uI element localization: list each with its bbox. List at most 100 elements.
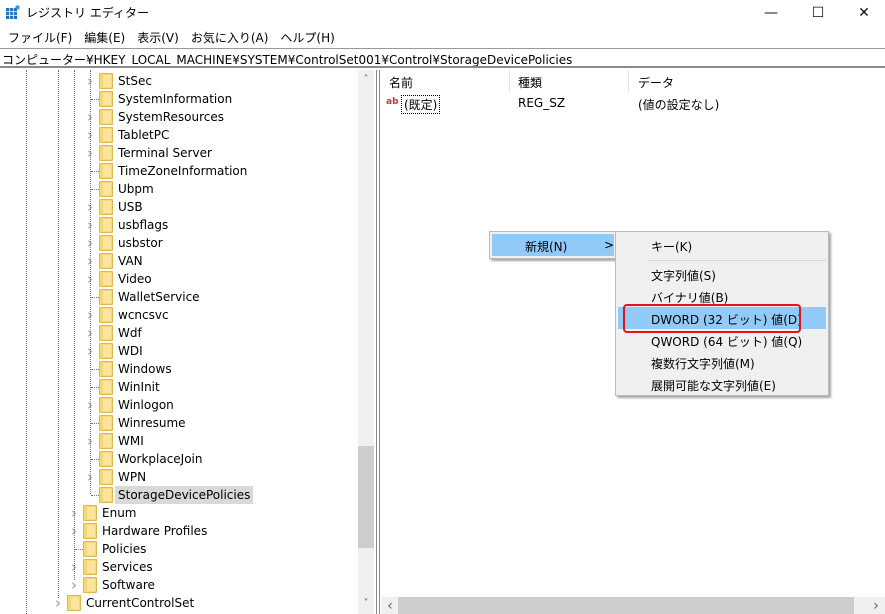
expand-chevron-icon[interactable]: › [85, 234, 95, 252]
column-separator[interactable] [628, 70, 629, 92]
menu-edit[interactable]: 編集(E) [78, 27, 131, 47]
key-tree: › StSec SystemInformation › SystemResources ›… [0, 70, 358, 614]
tree-node[interactable]: WalletService [0, 288, 358, 306]
expand-chevron-icon[interactable]: › [85, 216, 95, 234]
tree-node[interactable]: StorageDevicePolicies [0, 486, 358, 504]
tree-node[interactable]: › Software [0, 576, 358, 594]
tree-node[interactable]: › StSec [0, 72, 358, 90]
list-scroll-thumb[interactable] [398, 597, 854, 614]
menu-file[interactable]: ファイル(F) [2, 27, 78, 47]
tree-node[interactable]: Windows [0, 360, 358, 378]
scroll-up-icon[interactable]: ˄ [358, 72, 374, 88]
tree-node[interactable]: Policies [0, 540, 358, 558]
expand-chevron-icon[interactable]: › [69, 522, 79, 540]
tree-node[interactable]: › Enum [0, 504, 358, 522]
tree-node-label: StorageDevicePolicies [115, 486, 254, 504]
tree-node[interactable]: › CurrentControlSet [0, 594, 358, 612]
tree-node-label: Hardware Profiles [102, 524, 208, 538]
tree-node[interactable]: › Wdf [0, 324, 358, 342]
submenu-item-expandable-string-value[interactable]: 展開可能な文字列値(E) [618, 373, 826, 395]
expand-chevron-icon[interactable]: › [53, 594, 63, 612]
tree-node[interactable]: › SystemResources [0, 108, 358, 126]
tree-node[interactable]: Winresume [0, 414, 358, 432]
folder-icon [99, 163, 113, 179]
tree-scroll-thumb[interactable] [358, 446, 374, 548]
expand-chevron-icon[interactable]: › [85, 270, 95, 288]
expand-chevron-icon[interactable]: › [85, 324, 95, 342]
expand-chevron-icon[interactable]: › [85, 72, 95, 90]
scroll-down-icon[interactable]: ˅ [358, 596, 374, 612]
tree-node[interactable]: › Video [0, 270, 358, 288]
tree-node[interactable]: › WDI [0, 342, 358, 360]
expand-chevron-icon[interactable]: › [85, 468, 95, 486]
maximize-button[interactable]: ☐ [795, 0, 841, 26]
expand-chevron-icon[interactable]: › [85, 126, 95, 144]
submenu-item-label: 文字列値(S) [651, 269, 716, 283]
tree-node[interactable]: › usbstor [0, 234, 358, 252]
close-button[interactable]: ✕ [841, 0, 885, 26]
list-horizontal-scrollbar[interactable]: ‹ › [381, 597, 885, 614]
menu-view[interactable]: 表示(V) [131, 27, 185, 47]
pane-splitter[interactable] [376, 70, 380, 614]
tree-node-label: Wdf [118, 326, 142, 340]
tree-node-label: Policies [102, 542, 147, 556]
value-name[interactable]: (既定) [401, 95, 441, 114]
tree-node[interactable]: › WMI [0, 432, 358, 450]
scroll-left-icon[interactable]: ‹ [382, 598, 398, 614]
tree-connector [91, 495, 99, 496]
context-menu-new[interactable]: 新規(N) > [492, 234, 614, 256]
expand-chevron-icon[interactable]: › [69, 558, 79, 576]
tree-node-label: SystemResources [118, 110, 225, 124]
column-header-type[interactable]: 種類 [518, 74, 542, 91]
menu-help[interactable]: ヘルプ(H) [274, 27, 340, 47]
tree-node[interactable]: WinInit [0, 378, 358, 396]
address-bar[interactable]: コンピューター¥HKEY_LOCAL_MACHINE¥SYSTEM¥Contro… [0, 48, 885, 68]
expand-chevron-icon[interactable]: › [85, 198, 95, 216]
scroll-right-icon[interactable]: › [868, 598, 884, 614]
tree-node-label: WalletService [118, 290, 200, 304]
expand-chevron-icon[interactable]: › [85, 144, 95, 162]
tree-node[interactable]: › Winlogon [0, 396, 358, 414]
tree-node[interactable]: SystemInformation [0, 90, 358, 108]
column-separator[interactable] [509, 70, 510, 92]
submenu-item-string-value[interactable]: 文字列値(S) [618, 263, 826, 285]
tree-node[interactable]: WorkplaceJoin [0, 450, 358, 468]
expand-chevron-icon[interactable]: › [69, 504, 79, 522]
tree-node-label: WDI [118, 344, 143, 358]
close-icon: ✕ [858, 5, 870, 21]
maximize-icon: ☐ [811, 5, 825, 21]
title-bar: レジストリ エディター — ☐ ✕ [0, 0, 885, 26]
tree-node[interactable]: › WPN [0, 468, 358, 486]
minimize-button[interactable]: — [748, 0, 794, 26]
tree-node[interactable]: › Hardware Profiles [0, 522, 358, 540]
tree-node[interactable]: › TabletPC [0, 126, 358, 144]
tree-node[interactable]: › VAN [0, 252, 358, 270]
tree-node[interactable]: › Services [0, 558, 358, 576]
tree-node-label: WMI [118, 434, 144, 448]
expand-chevron-icon[interactable]: › [69, 576, 79, 594]
expand-chevron-icon[interactable]: › [85, 342, 95, 360]
tree-node[interactable]: TimeZoneInformation [0, 162, 358, 180]
expand-chevron-icon[interactable]: › [85, 108, 95, 126]
tree-connector [91, 387, 99, 388]
submenu-item-key[interactable]: キー(K) [618, 234, 826, 256]
expand-chevron-icon[interactable]: › [85, 306, 95, 324]
menu-favorites[interactable]: お気に入り(A) [185, 27, 275, 47]
folder-icon [99, 109, 113, 125]
expand-chevron-icon[interactable]: › [85, 252, 95, 270]
tree-node[interactable]: › usbflags [0, 216, 358, 234]
column-header-data[interactable]: データ [638, 74, 674, 91]
tree-node[interactable]: › Terminal Server [0, 144, 358, 162]
folder-icon [99, 217, 113, 233]
tree-node[interactable]: › wcncsvc [0, 306, 358, 324]
tree-vertical-scrollbar[interactable]: ˄ ˅ [358, 70, 374, 614]
expand-chevron-icon[interactable]: › [85, 396, 95, 414]
column-header-name[interactable]: 名前 [389, 74, 413, 91]
tree-node-label: usbstor [118, 236, 163, 250]
expand-chevron-icon[interactable]: › [85, 432, 95, 450]
tree-node[interactable]: Ubpm [0, 180, 358, 198]
tree-connector [91, 369, 99, 370]
submenu-item-multi-string-value[interactable]: 複数行文字列値(M) [618, 351, 826, 373]
folder-icon [99, 253, 113, 269]
tree-node[interactable]: › USB [0, 198, 358, 216]
